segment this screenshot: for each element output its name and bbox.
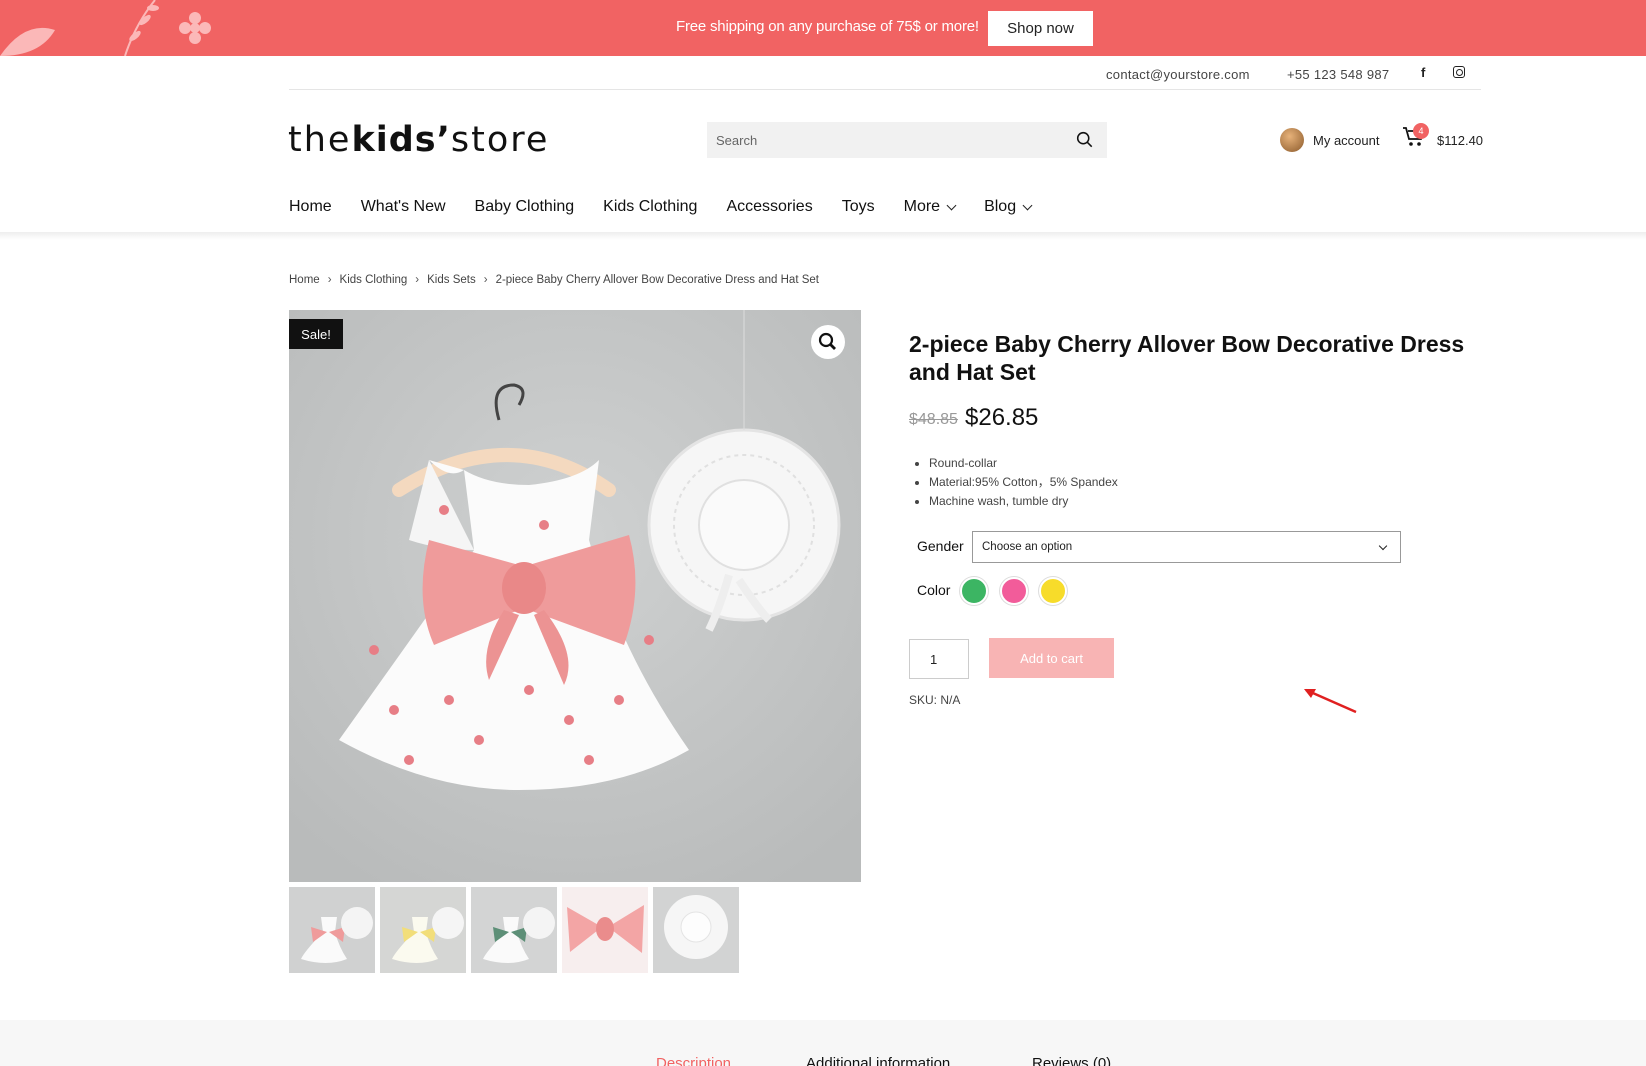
logo-suffix: store xyxy=(450,120,550,160)
nav-label: Baby Clothing xyxy=(474,198,575,215)
color-label: Color xyxy=(917,582,951,598)
search-box xyxy=(707,122,1107,158)
breadcrumb-separator: › xyxy=(415,274,420,286)
breadcrumb: Home › Kids Clothing › Kids Sets › 2-piece … xyxy=(289,274,819,286)
promo-banner: Free shipping on any purchase of 75$ or … xyxy=(0,0,1646,56)
thumbnail-bow-closeup[interactable] xyxy=(562,887,648,973)
shop-now-button[interactable]: Shop now xyxy=(988,11,1093,46)
account-label: My account xyxy=(1313,132,1380,148)
main-nav: Home What's New Baby Clothing Kids Cloth… xyxy=(289,198,1060,216)
thumbnail-green-dress[interactable] xyxy=(471,887,557,973)
color-swatch-yellow[interactable] xyxy=(1039,577,1067,605)
nav-item-baby-clothing[interactable]: Baby Clothing xyxy=(475,198,575,216)
product-title: 2-piece Baby Cherry Allover Bow Decorati… xyxy=(909,331,1465,385)
color-swatch-green[interactable] xyxy=(960,577,988,605)
feature-item: Round-collar xyxy=(929,454,1118,473)
branch-decoration-icon xyxy=(124,0,159,56)
top-contact-bar: contact@yourstore.com +55 123 548 987 f xyxy=(289,56,1481,90)
gender-select[interactable]: Choose an option xyxy=(972,531,1401,563)
color-swatch-pink[interactable] xyxy=(1000,577,1028,605)
breadcrumb-separator: › xyxy=(327,274,332,286)
add-to-cart-button[interactable]: Add to cart xyxy=(989,638,1114,678)
nav-item-whats-new[interactable]: What's New xyxy=(361,198,446,216)
feature-item: Material:95% Cotton，5% Spandex xyxy=(929,473,1118,492)
thumbnail-pink-dress[interactable] xyxy=(289,887,375,973)
breadcrumb-link-home[interactable]: Home xyxy=(289,274,320,286)
thumbnail-image xyxy=(562,887,648,973)
facebook-icon[interactable]: f xyxy=(1421,65,1425,80)
gender-label: Gender xyxy=(917,538,964,554)
avatar xyxy=(1280,128,1304,152)
thumbnail-hat[interactable] xyxy=(653,887,739,973)
contact-phone[interactable]: +55 123 548 987 xyxy=(1287,67,1389,82)
thumbnail-image xyxy=(471,887,557,973)
feature-list: Round-collar Material:95% Cotton，5% Span… xyxy=(929,454,1118,511)
nav-label: Accessories xyxy=(726,198,813,215)
flower-decoration-icon xyxy=(179,12,211,44)
sale-badge: Sale! xyxy=(289,319,343,349)
quantity-input[interactable]: 1 xyxy=(909,639,969,679)
leaf-decoration-icon xyxy=(0,27,55,56)
nav-item-accessories[interactable]: Accessories xyxy=(726,198,812,216)
contact-email[interactable]: contact@yourstore.com xyxy=(1106,67,1250,82)
breadcrumb-current: 2-piece Baby Cherry Allover Bow Decorati… xyxy=(495,274,819,286)
thumbnail-image xyxy=(380,887,466,973)
thumbnail-image xyxy=(289,887,375,973)
nav-item-toys[interactable]: Toys xyxy=(842,198,875,216)
product-main-image[interactable] xyxy=(289,310,861,882)
my-account-link[interactable]: My account xyxy=(1280,128,1379,152)
nav-item-kids-clothing[interactable]: Kids Clothing xyxy=(603,198,697,216)
cart-count-badge: 4 xyxy=(1413,123,1429,139)
thumbnail-yellow-dress[interactable] xyxy=(380,887,466,973)
site-logo[interactable]: thekids’store xyxy=(288,120,549,160)
search-icon[interactable] xyxy=(1076,131,1093,148)
sale-price: $26.85 xyxy=(965,404,1039,431)
nav-label: More xyxy=(903,198,941,215)
cart-total[interactable]: $112.40 xyxy=(1437,133,1483,148)
nav-label: Home xyxy=(289,198,332,215)
nav-label: Kids Clothing xyxy=(603,198,698,215)
zoom-button[interactable] xyxy=(811,325,845,359)
magnifier-icon xyxy=(818,332,836,350)
logo-prefix: the xyxy=(288,120,352,160)
instagram-icon[interactable] xyxy=(1453,66,1465,78)
sku-text: SKU: N/A xyxy=(909,693,961,707)
chevron-down-icon xyxy=(1022,200,1033,210)
gender-select-value: Choose an option xyxy=(982,541,1073,553)
nav-label: What's New xyxy=(360,198,446,215)
promo-text: Free shipping on any purchase of 75$ or … xyxy=(676,18,979,35)
nav-item-blog[interactable]: Blog xyxy=(984,198,1033,216)
breadcrumb-link-kids-sets[interactable]: Kids Sets xyxy=(427,274,476,286)
feature-item: Machine wash, tumble dry xyxy=(929,492,1118,511)
nav-divider xyxy=(0,232,1646,240)
dress-and-hat-image xyxy=(289,310,861,882)
nav-item-more[interactable]: More xyxy=(903,198,957,216)
search-input[interactable] xyxy=(707,122,1067,158)
nav-item-home[interactable]: Home xyxy=(289,198,332,216)
original-price: $48.85 xyxy=(909,411,958,428)
logo-bold: kids’ xyxy=(351,120,451,160)
annotation-arrow-icon xyxy=(1304,688,1357,714)
breadcrumb-separator: › xyxy=(483,274,488,286)
thumbnail-image xyxy=(653,887,739,973)
nav-label: Toys xyxy=(841,198,875,215)
thumbnail-strip xyxy=(289,887,744,973)
chevron-down-icon xyxy=(1378,541,1388,551)
chevron-down-icon xyxy=(946,200,957,210)
tab-reviews[interactable]: Reviews (0) xyxy=(1032,1055,1111,1066)
tab-description[interactable]: Description xyxy=(656,1055,731,1066)
breadcrumb-link-kids-clothing[interactable]: Kids Clothing xyxy=(340,274,408,286)
nav-label: Blog xyxy=(984,198,1017,215)
tab-additional-information[interactable]: Additional information xyxy=(806,1055,950,1066)
